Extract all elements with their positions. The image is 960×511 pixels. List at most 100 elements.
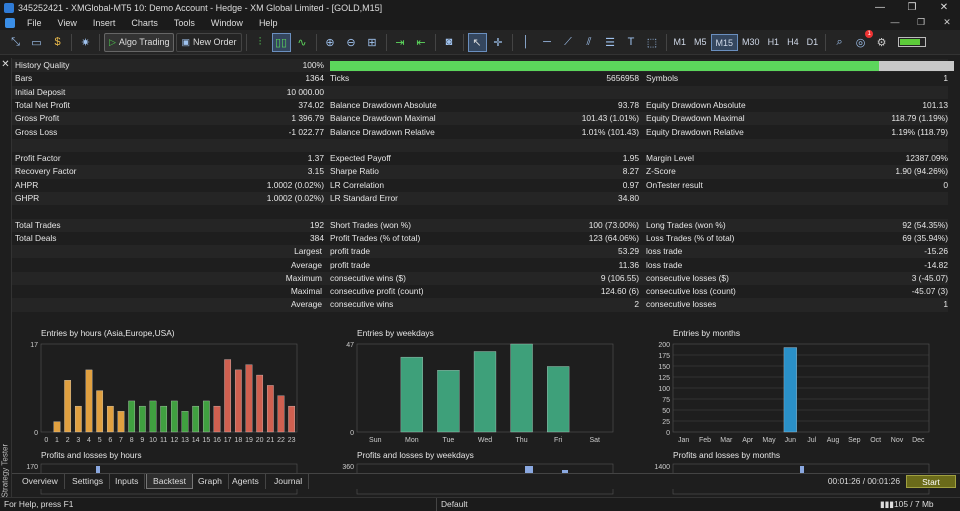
fibonacci-icon[interactable]: ☰ [601, 33, 620, 52]
child-close-button[interactable]: ✕ [934, 15, 960, 30]
timeframe-d1[interactable]: D1 [803, 34, 823, 51]
report-row: Maximal consecutive profit (count) 124.60 … [12, 285, 948, 298]
tab-backtest[interactable]: Backtest [146, 474, 193, 489]
metric-label: LR Correlation [330, 179, 384, 190]
metric-label: Gross Profit [15, 113, 60, 124]
bar [85, 369, 93, 433]
y-tick-label: 0 [666, 430, 670, 437]
menu-view[interactable]: View [50, 18, 85, 28]
metric-value: -15.26 [924, 246, 948, 257]
close-tester-icon[interactable]: ✕ [0, 59, 11, 70]
signals-icon[interactable]: ✷ [76, 33, 95, 52]
metric-value: 1 396.79 [291, 113, 324, 124]
metric-label: consecutive losses ($) [646, 272, 729, 283]
history-quality-value: 100% [302, 60, 324, 70]
x-tick-label: Feb [699, 437, 711, 444]
chart-shift-icon[interactable]: ⇤ [412, 33, 431, 52]
candlestick-icon[interactable]: ▯▯ [271, 32, 291, 52]
y-tick-label: 200 [658, 342, 670, 349]
timeframe-h1[interactable]: H1 [764, 34, 784, 51]
search-icon[interactable]: ⌕ [830, 33, 849, 52]
metric-label: consecutive wins [330, 299, 394, 310]
x-tick-label: Jul [807, 437, 816, 444]
menu-help[interactable]: Help [251, 18, 286, 28]
pl-y-tick-label: 360 [342, 464, 354, 471]
x-tick-label: 21 [266, 437, 274, 444]
metric-label: profit trade [330, 246, 371, 257]
tile-windows-icon[interactable]: ⊞ [363, 33, 382, 52]
metric-label: Recovery Factor [15, 166, 77, 177]
bar [96, 390, 104, 433]
channel-icon[interactable]: ⫽ [580, 33, 599, 52]
menu-insert[interactable]: Insert [85, 18, 124, 28]
timeframe-m15[interactable]: M15 [710, 33, 739, 51]
tab-agents[interactable]: Agents [226, 474, 266, 489]
minimize-button[interactable]: — [864, 0, 896, 15]
metric-value: -1 022.77 [288, 126, 324, 137]
tab-journal[interactable]: Journal [268, 474, 310, 489]
maximize-button[interactable]: ❐ [896, 0, 928, 15]
pl-chart-title: Profits and losses by months [673, 450, 780, 460]
metric-label: Equity Drawdown Absolute [646, 99, 746, 110]
line-chart-icon[interactable]: ∿ [293, 33, 312, 52]
bar [473, 351, 497, 433]
money-icon[interactable]: $ [48, 33, 67, 52]
x-tick-label: 6 [108, 437, 112, 444]
child-restore-button[interactable]: ❐ [908, 15, 934, 30]
algo-trading-button[interactable]: ▷ Algo Trading [104, 32, 175, 52]
history-quality-fill [330, 61, 880, 71]
menu-tools[interactable]: Tools [166, 18, 203, 28]
vertical-line-icon[interactable]: │ [517, 33, 536, 52]
text-icon[interactable]: T [622, 33, 641, 52]
tab-settings[interactable]: Settings [66, 474, 111, 489]
timeframe-m1[interactable]: M1 [670, 34, 691, 51]
menu-window[interactable]: Window [203, 18, 251, 28]
timeframe-m30[interactable]: M30 [738, 34, 764, 51]
metric-label: Bars [15, 73, 33, 84]
metric-label: profit trade [330, 259, 371, 270]
bar [170, 400, 178, 433]
new-order-icon: ▣ [181, 36, 190, 47]
menu-file[interactable]: File [19, 18, 50, 28]
bar [64, 380, 72, 433]
chart-type-icon[interactable]: ⤡ [6, 33, 25, 52]
tab-overview[interactable]: Overview [16, 474, 65, 489]
new-order-button[interactable]: ▣ New Order [176, 32, 242, 52]
shapes-icon[interactable]: ⬚ [643, 33, 662, 52]
chart-title: Entries by months [673, 328, 740, 338]
cursor-icon[interactable]: ↖ [467, 32, 487, 52]
metric-label: Expected Payoff [330, 153, 391, 164]
tab-graph[interactable]: Graph [192, 474, 229, 489]
screenshot-icon[interactable]: ◙ [440, 33, 459, 52]
bar-chart-icon[interactable]: ⫶ [251, 33, 270, 52]
x-tick-label: 22 [277, 437, 285, 444]
tab-inputs[interactable]: Inputs [109, 474, 146, 489]
close-button[interactable]: ✕ [928, 0, 960, 15]
start-button[interactable]: Start [906, 475, 956, 488]
backtest-report: History Quality 100% Bars 1364 Ticks 565695… [12, 58, 960, 495]
metric-value: 1 [943, 299, 948, 310]
x-tick-label: 11 [160, 437, 167, 444]
zoom-out-icon[interactable]: ⊖ [342, 33, 361, 52]
pl-y-tick-label: 170 [26, 464, 38, 471]
bar [181, 411, 189, 433]
alerts-icon[interactable]: ◎ 1 [851, 29, 874, 52]
y-tick-label: 175 [658, 353, 670, 360]
x-tick-label: 5 [98, 437, 102, 444]
crosshair-icon[interactable]: ✛ [489, 33, 508, 52]
settings-icon[interactable]: ⚙ [872, 33, 891, 52]
child-minimize-button[interactable]: — [882, 15, 908, 30]
pl-chart-title: Profits and losses by weekdays [357, 450, 474, 460]
metric-label: Profit Factor [15, 153, 61, 164]
menu-charts[interactable]: Charts [123, 18, 166, 28]
metric-value: 1.19% (118.79) [891, 126, 948, 137]
metric-value: 69 (35.94%) [902, 232, 948, 243]
timeframe-m5[interactable]: M5 [690, 34, 711, 51]
chart-template-icon[interactable]: ▭ [27, 33, 46, 52]
horizontal-line-icon[interactable]: ─ [538, 33, 557, 52]
auto-scroll-icon[interactable]: ⇥ [391, 33, 410, 52]
timeframe-h4[interactable]: H4 [783, 34, 803, 51]
zoom-in-icon[interactable]: ⊕ [321, 33, 340, 52]
bar [106, 405, 114, 433]
trend-line-icon[interactable]: ⟋ [559, 33, 578, 52]
